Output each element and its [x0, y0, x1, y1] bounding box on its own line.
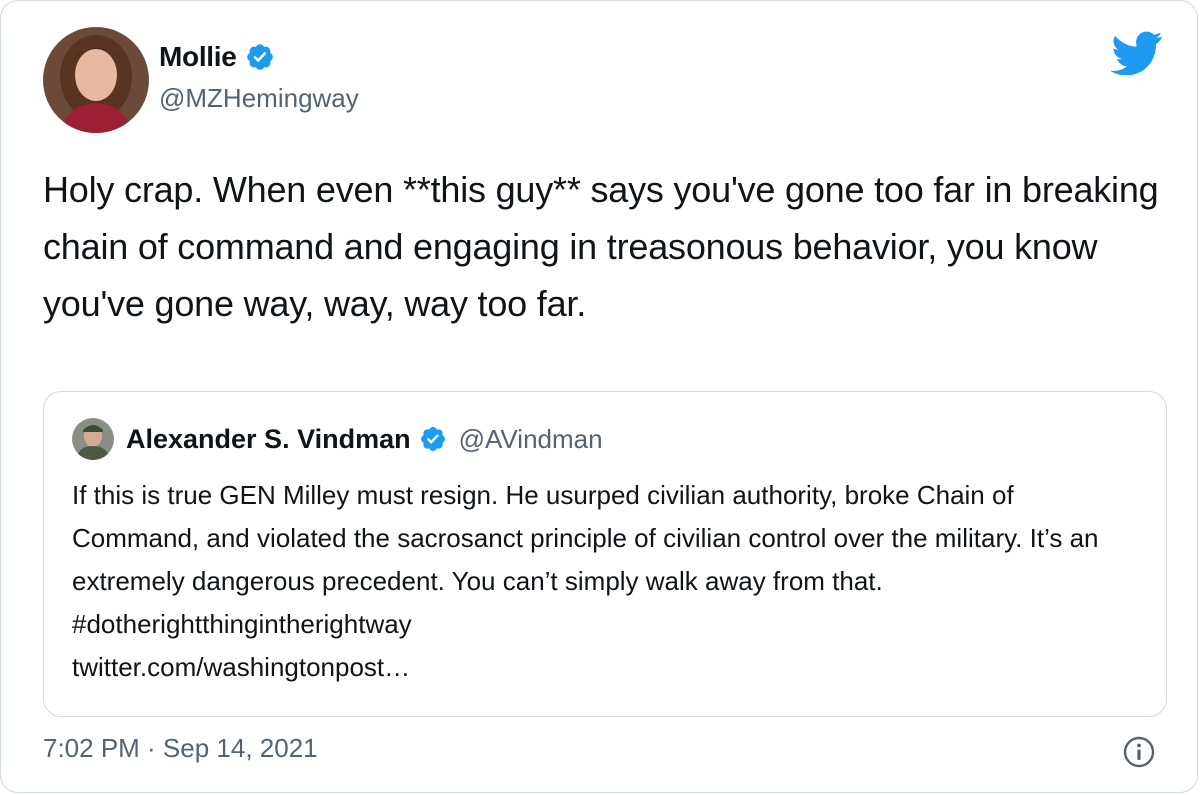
verified-badge-icon: [245, 42, 275, 72]
quoted-author-name[interactable]: Alexander S. Vindman: [126, 424, 411, 455]
verified-badge-icon: [419, 425, 447, 453]
tweet-card: Mollie @MZHemingway Holy crap. When even…: [0, 0, 1198, 793]
quoted-author-avatar[interactable]: [72, 418, 114, 460]
quoted-tweet-header: Alexander S. Vindman @AVindman: [72, 414, 603, 464]
author-name[interactable]: Mollie: [159, 41, 237, 73]
quoted-tweet-body: If this is true GEN Milley must resign. …: [72, 474, 1142, 689]
tweet-timestamp[interactable]: 7:02 PM · Sep 14, 2021: [43, 733, 318, 764]
author-handle[interactable]: @MZHemingway: [159, 83, 359, 114]
twitter-bird-icon[interactable]: [1110, 31, 1163, 76]
quoted-tweet-text: If this is true GEN Milley must resign. …: [72, 480, 1099, 639]
quoted-tweet-link[interactable]: twitter.com/washingtonpost…: [72, 646, 1142, 689]
quoted-author-handle[interactable]: @AVindman: [459, 424, 603, 455]
author-avatar[interactable]: [43, 27, 149, 133]
author-name-row: Mollie: [159, 37, 275, 77]
info-icon[interactable]: [1123, 736, 1155, 768]
quoted-tweet[interactable]: Alexander S. Vindman @AVindman If this i…: [43, 391, 1167, 717]
tweet-text: Holy crap. When even **this guy** says y…: [43, 169, 1159, 324]
